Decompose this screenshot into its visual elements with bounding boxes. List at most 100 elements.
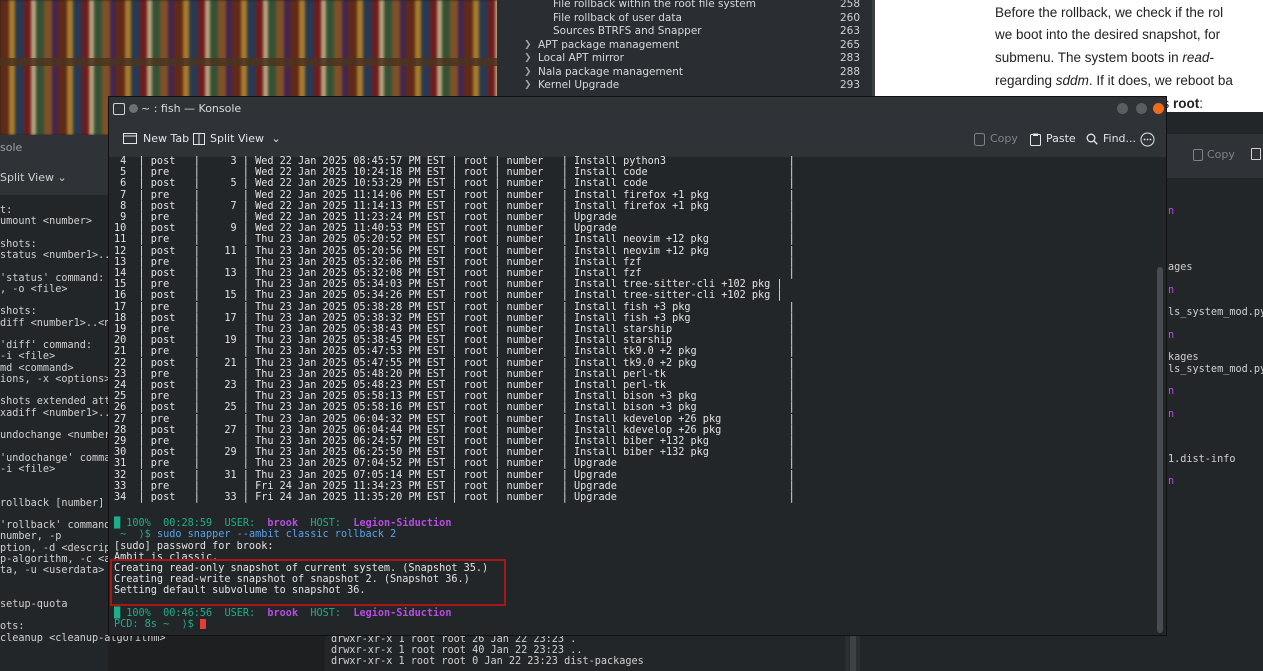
terminal-line: 'diff' command: <box>0 340 93 351</box>
prompt-symbol: ~ ⟩$ <box>114 529 157 540</box>
copy-icon <box>1193 149 1203 161</box>
doc-text-line: Before the rollback, we check if the rol <box>995 5 1224 20</box>
close-button[interactable] <box>1153 103 1164 114</box>
toc-item[interactable]: ❯ Kernel Upgrade 293 <box>497 79 872 93</box>
new-tab-button[interactable]: New Tab <box>123 121 189 157</box>
pcd-prompt: PCD: 8s ~ ⟩$ <box>114 619 200 630</box>
terminal-line: rollback [number] <box>0 497 105 509</box>
command-line: ~ ⟩$ sudo snapper --ambit classic rollba… <box>114 529 396 540</box>
toc-item[interactable]: ❯ Nala package management 288 <box>497 66 872 80</box>
background-konsole-bottom: drwxr-xr-x 1 root root 26 Jan 22 23:23 .… <box>325 634 860 671</box>
split-view-icon <box>193 133 205 145</box>
terminal-output[interactable]: 4 | post | 3 | Wed 22 Jan 2025 08:45:57 … <box>109 156 1155 635</box>
snapshot-table-row: 21 | pre | | Thu 23 Jan 2025 05:47:53 PM… <box>114 346 795 358</box>
terminal-line: p-algorithm, -c <a <box>0 553 111 565</box>
snapshot-table-row: 33 | pre | | Fri 24 Jan 2025 11:34:23 PM… <box>114 480 795 492</box>
chevron-right-icon[interactable]: ❯ <box>524 79 532 93</box>
terminal-line: diff <number1>..<n <box>0 317 111 329</box>
terminal-line: ls_system_mod.py <box>1168 363 1263 375</box>
terminal-line: 'undochange' comma <box>0 452 111 464</box>
wallpaper-shelf <box>0 58 500 66</box>
doc-text-line: we boot into the desired snapshot, for <box>995 27 1221 42</box>
split-view-button[interactable]: Split View ⌄ <box>0 161 108 195</box>
snapshot-table-row: 12 | post | 11 | Thu 23 Jan 2025 05:20:5… <box>114 245 795 257</box>
terminal-line: umount <number> <box>0 216 93 228</box>
maximize-button[interactable] <box>1136 103 1147 114</box>
terminal-line: ls_system_mod.py <box>1168 307 1263 319</box>
terminal-line: drwxr-xr-x 1 root root 40 Jan 22 23:23 .… <box>331 645 583 656</box>
konsole-window: ~ : fish — Konsole New Tab Split View ⌄ … <box>108 96 1167 636</box>
title-bar[interactable]: ~ : fish — Konsole <box>109 97 1166 121</box>
chevron-down-icon: ⌄ <box>271 132 281 145</box>
toc-item[interactable]: File rollback of user data 260 <box>497 12 872 26</box>
terminal-line: , -o <file> <box>0 283 68 295</box>
prompt-host-label: HOST: <box>310 518 342 529</box>
chevron-right-icon[interactable]: ❯ <box>524 52 532 66</box>
doc-text-line: regarding sddm. If it does, we reboot ba <box>995 73 1233 88</box>
scrollbar[interactable] <box>850 636 856 671</box>
split-view-label: Split View <box>0 171 54 184</box>
terminal-line: -i <file> <box>0 463 56 475</box>
prompt-host-label: HOST: <box>310 608 342 619</box>
pcd-prompt-line[interactable]: PCD: 8s ~ ⟩$ <box>114 619 206 630</box>
highlight-box <box>110 559 506 606</box>
menu-button[interactable] <box>1140 121 1155 157</box>
terminal-app-icon[interactable] <box>113 103 125 115</box>
pdf-table-of-contents: File rollback within the root file syste… <box>497 0 872 96</box>
copy-button[interactable]: Copy <box>1193 148 1235 161</box>
window-title: sole <box>0 135 108 161</box>
minimize-button[interactable] <box>1117 103 1128 114</box>
snapshot-table-row: 16 | post | 15 | Thu 23 Jan 2025 05:34:2… <box>114 290 783 302</box>
chevron-right-icon[interactable]: ❯ <box>524 66 532 80</box>
more-options-icon <box>1140 132 1155 146</box>
snapshot-table-row: 32 | post | 31 | Thu 23 Jan 2025 07:05:1… <box>114 469 795 481</box>
terminal-line: shots: <box>0 306 37 318</box>
chevron-right-icon[interactable]: ❯ <box>524 39 532 53</box>
terminal-line: ta, -u <userdata> <box>0 565 105 576</box>
prompt-user-label: USER: <box>224 608 256 619</box>
terminal-line: t: <box>0 205 13 216</box>
split-view-button[interactable]: Split View ⌄ <box>193 121 281 157</box>
toc-item[interactable]: ❯ Local APT mirror 283 <box>497 52 872 66</box>
prompt-user: brook <box>267 518 299 529</box>
snapshot-table-row: 4 | post | 3 | Wed 22 Jan 2025 08:45:57 … <box>114 156 795 167</box>
paste-icon[interactable] <box>1251 148 1261 160</box>
terminal-line: ages <box>1168 262 1193 274</box>
toc-item[interactable]: Sources BTRFS and Snapper 263 <box>497 25 872 39</box>
find-button[interactable]: Find... <box>1086 121 1136 157</box>
snapshot-table-row: 30 | post | 29 | Thu 23 Jan 2025 06:25:5… <box>114 447 795 459</box>
toc-item[interactable]: ❯ APT package management 265 <box>497 39 872 53</box>
terminal-line: number, -p <box>0 531 62 543</box>
scrollbar[interactable] <box>1155 157 1166 635</box>
terminal-line: shots: <box>0 238 37 250</box>
scrollbar-thumb[interactable] <box>1157 267 1163 633</box>
snapshot-table-row: 26 | post | 25 | Thu 23 Jan 2025 05:58:1… <box>114 402 795 414</box>
prompt-host: Legion-Siduction <box>353 608 452 619</box>
toolbar: New Tab Split View ⌄ Copy Paste Find... <box>109 121 1166 158</box>
prompt-user-label: USER: <box>224 518 256 529</box>
snapshot-table-row: 9 | pre | | Wed 22 Jan 2025 11:23:24 PM … <box>114 212 795 223</box>
pin-icon[interactable] <box>129 104 138 113</box>
window-title: ~ : fish — Konsole <box>141 102 242 115</box>
output-line: [sudo] password for brook: <box>114 540 274 552</box>
toc-item[interactable]: File rollback within the root file syste… <box>497 0 872 12</box>
prompt-time: 00:46:56 <box>163 608 213 619</box>
chevron-down-icon: ⌄ <box>57 171 67 184</box>
terminal-line: setup-quota <box>0 598 68 610</box>
snapshot-table-row: 25 | pre | | Thu 23 Jan 2025 05:58:13 PM… <box>114 391 795 403</box>
copy-icon <box>974 132 985 146</box>
snapshot-table-row: 19 | pre | | Thu 23 Jan 2025 05:38:43 PM… <box>114 324 795 335</box>
terminal-line: 1.dist-info <box>1168 453 1236 465</box>
copy-button[interactable]: Copy <box>974 121 1018 157</box>
snapshot-table-row: 31 | pre | | Thu 23 Jan 2025 07:04:52 PM… <box>114 458 795 470</box>
paste-button[interactable]: Paste <box>1030 121 1076 157</box>
terminal-line: ions, -x <options> <box>0 373 111 385</box>
terminal-line: n <box>1168 284 1175 296</box>
terminal-line: n <box>1168 408 1175 420</box>
snapshot-table-row: 11 | pre | | Thu 23 Jan 2025 05:20:52 PM… <box>114 234 795 246</box>
terminal-line: n <box>1168 206 1175 217</box>
snapshot-table-row: 13 | pre | | Thu 23 Jan 2025 05:32:06 PM… <box>114 256 795 268</box>
terminal-line: xadiff <number1>.. <box>0 407 111 419</box>
snapshot-table-row: 29 | pre | | Thu 23 Jan 2025 06:24:57 PM… <box>114 436 795 447</box>
terminal-line: n <box>1168 386 1175 397</box>
